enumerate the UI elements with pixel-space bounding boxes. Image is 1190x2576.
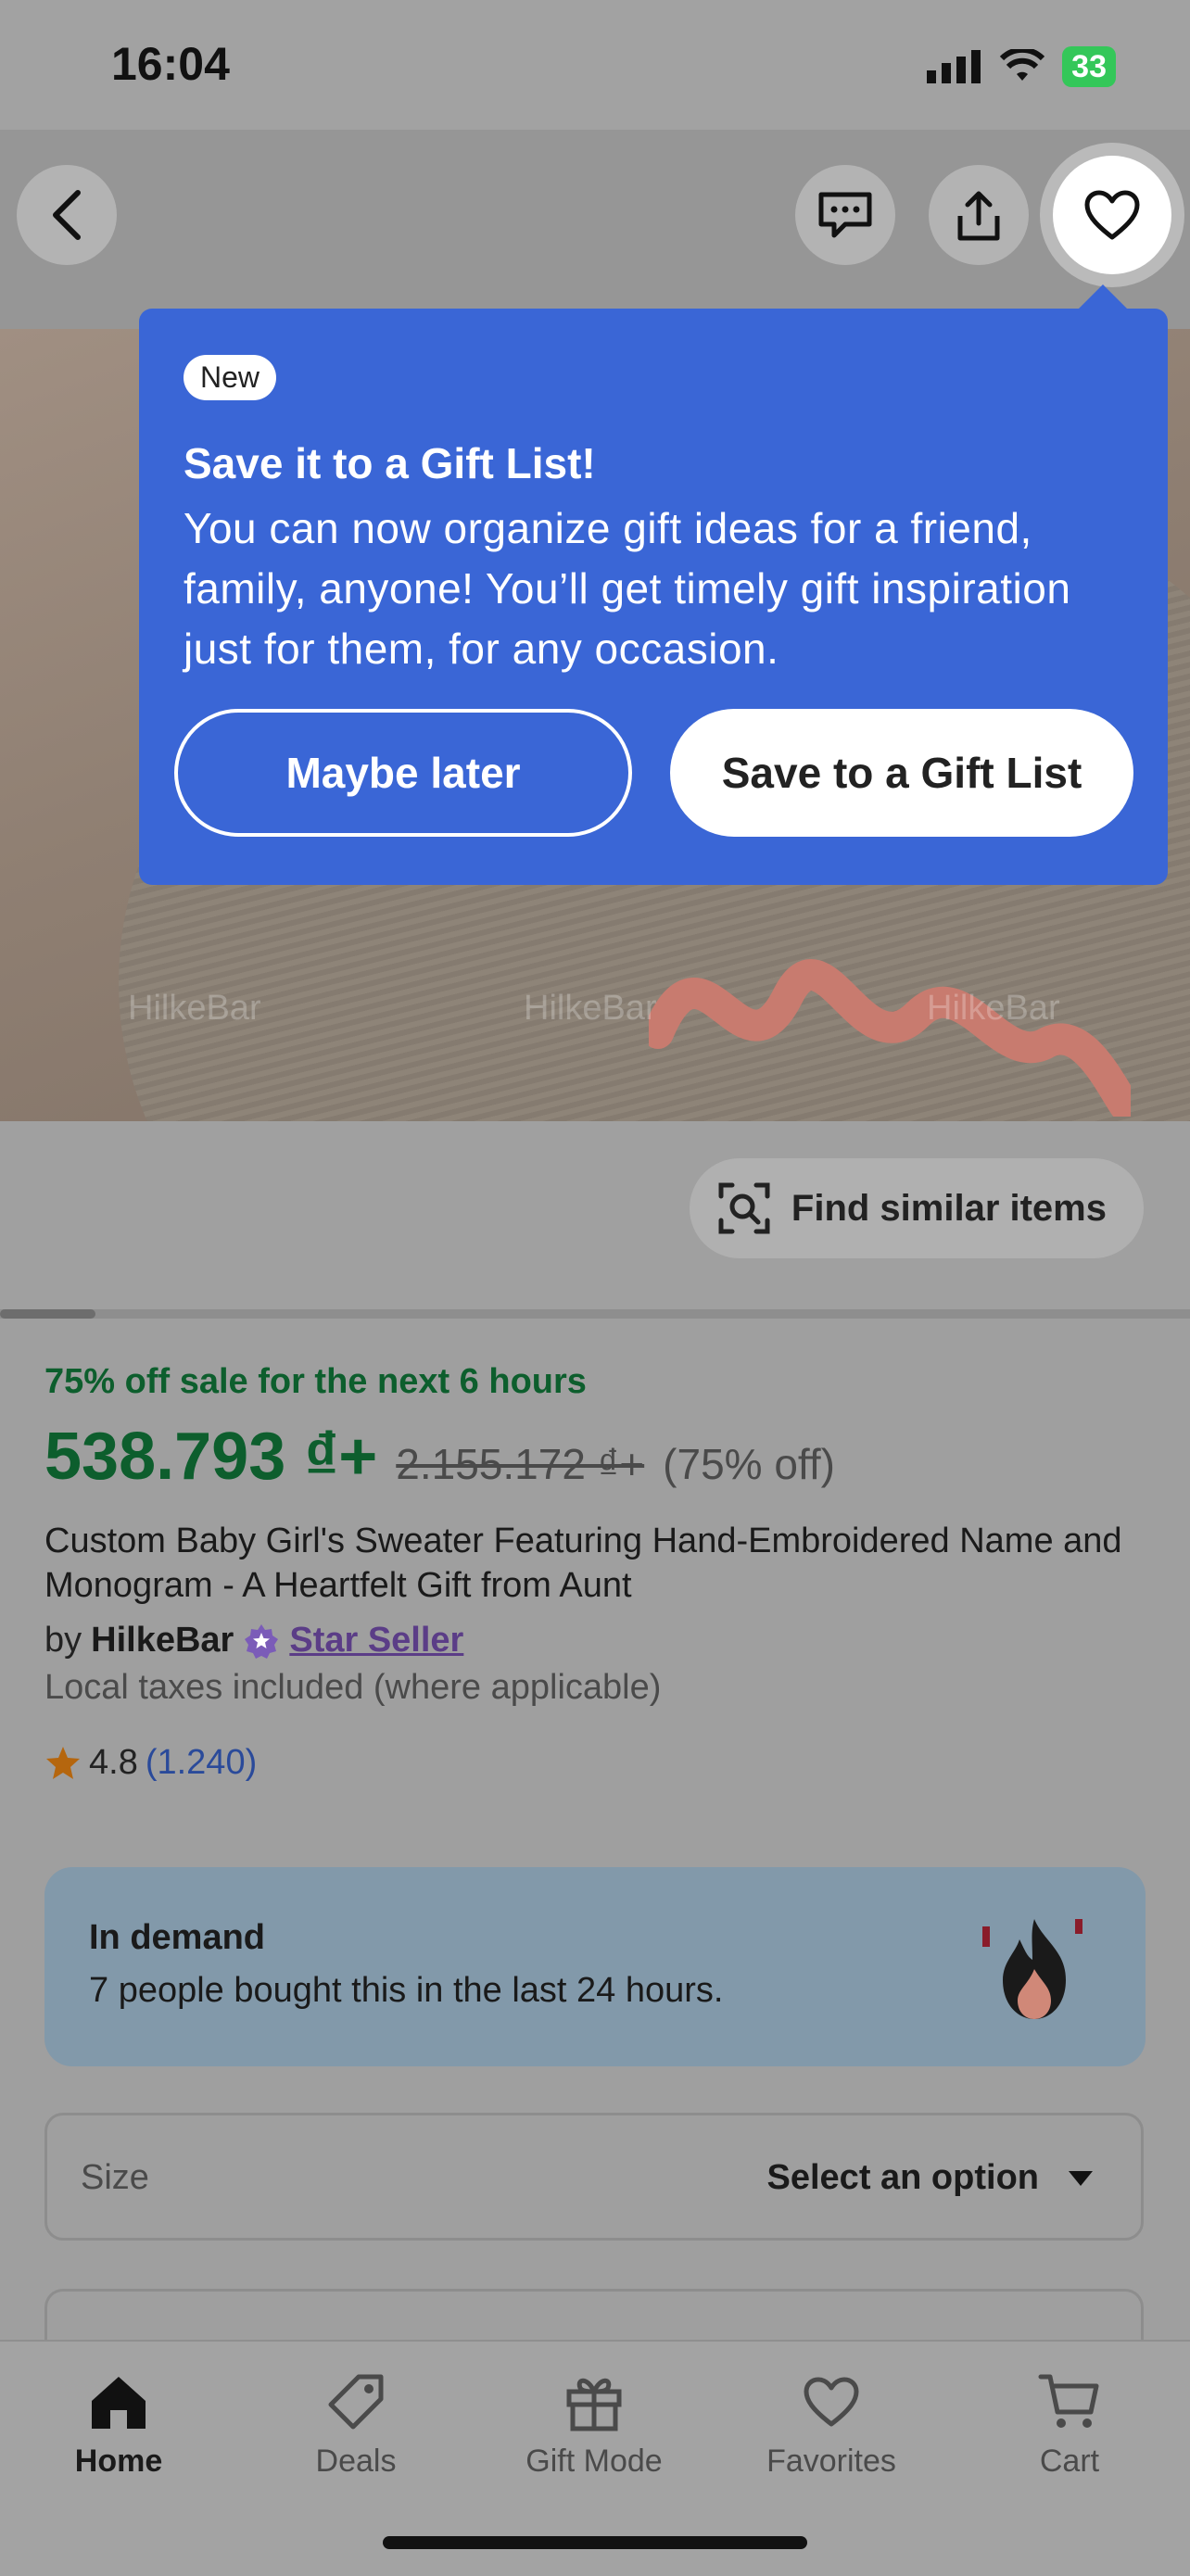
message-seller-button[interactable] — [795, 165, 895, 265]
discount-label: (75% off) — [663, 1440, 835, 1488]
tab-home[interactable]: Home — [7, 2360, 230, 2480]
status-time: 16:04 — [111, 38, 230, 90]
cart-icon — [1038, 2374, 1099, 2428]
heart-icon — [1084, 190, 1140, 240]
star-seller-badge-icon — [245, 1623, 279, 1659]
heart-outline-icon — [804, 2377, 859, 2427]
original-price: 2.155.172 ₫+ — [396, 1440, 645, 1488]
image-actions-row: Find similar items — [0, 1121, 1190, 1311]
seller-name-link[interactable]: HilkeBar — [91, 1621, 234, 1661]
favorite-button[interactable] — [1053, 156, 1171, 274]
image-watermark: HilkeBar — [927, 989, 1060, 1028]
listing-details: 75% off sale for the next 6 hours 538.79… — [44, 1362, 1147, 1783]
share-button[interactable] — [929, 165, 1029, 265]
size-select[interactable]: Size Select an option — [44, 2113, 1144, 2241]
star-icon — [46, 1746, 80, 1779]
new-badge: New — [184, 355, 277, 400]
chevron-left-icon — [53, 190, 81, 240]
by-label: by — [44, 1621, 82, 1660]
tab-cart[interactable]: Cart — [958, 2360, 1181, 2480]
share-icon — [957, 191, 1000, 241]
image-carousel-progress — [0, 1309, 1190, 1319]
gift-icon — [566, 2378, 622, 2431]
popover-body: You can now organize gift ideas for a fr… — [184, 504, 1071, 673]
image-watermark: HilkeBar — [524, 989, 657, 1028]
home-icon — [92, 2377, 146, 2429]
fire-icon — [982, 1919, 1082, 2019]
status-bar: 16:04 33 — [0, 0, 1190, 130]
in-demand-title: In demand — [89, 1918, 266, 1957]
wifi-icon — [1000, 49, 1045, 81]
caret-down-icon — [1069, 2171, 1093, 2186]
tab-favorites[interactable]: Favorites — [720, 2360, 943, 2480]
price-row: 538.793 ₫+ 2.155.172 ₫+ (75% off) — [44, 1419, 1147, 1495]
visual-search-icon — [718, 1182, 770, 1234]
seller-row: by HilkeBar Star Seller — [44, 1621, 1147, 1661]
tab-deals[interactable]: Deals — [245, 2360, 467, 2480]
find-similar-label: Find similar items — [791, 1187, 1107, 1229]
tab-gift-mode[interactable]: Gift Mode — [483, 2360, 705, 2480]
image-carousel-progress-fill — [0, 1309, 95, 1319]
find-similar-button[interactable]: Find similar items — [689, 1158, 1144, 1258]
popover-title: Save it to a Gift List! — [184, 439, 596, 487]
tab-cart-label: Cart — [1039, 2443, 1100, 2479]
in-demand-text: 7 people bought this in the last 24 hour… — [89, 1971, 724, 2010]
size-label: Size — [81, 2158, 149, 2197]
rating-value: 4.8 — [89, 1743, 138, 1782]
tab-home-label: Home — [74, 2443, 163, 2479]
tab-gift-mode-label: Gift Mode — [525, 2443, 663, 2479]
battery-indicator: 33 — [1062, 46, 1116, 87]
review-count-link[interactable]: (1.240) — [146, 1743, 257, 1783]
star-seller-link[interactable]: Star Seller — [289, 1621, 463, 1661]
top-nav-bar — [0, 130, 1190, 329]
taxes-note: Local taxes included (where applicable) — [44, 1668, 662, 1707]
home-indicator — [383, 2536, 807, 2549]
tag-icon — [328, 2374, 384, 2430]
maybe-later-button[interactable]: Maybe later — [174, 709, 632, 837]
save-to-gift-list-button[interactable]: Save to a Gift List — [670, 709, 1133, 837]
rating-row[interactable]: 4.8 (1.240) — [44, 1743, 1147, 1783]
tab-favorites-label: Favorites — [766, 2443, 896, 2479]
sale-price: 538.793 ₫+ — [44, 1420, 378, 1494]
chat-icon — [818, 192, 872, 238]
tab-deals-label: Deals — [315, 2443, 397, 2479]
back-button[interactable] — [17, 165, 117, 265]
gift-list-popover: New Save it to a Gift List! You can now … — [139, 284, 1168, 885]
popover-arrow — [1075, 284, 1131, 312]
size-selected-value: Select an option — [766, 2158, 1039, 2197]
signal-icon — [927, 50, 981, 83]
status-icons: 33 — [927, 46, 1116, 87]
in-demand-card: In demand 7 people bought this in the la… — [44, 1867, 1146, 2066]
listing-title: Custom Baby Girl's Sweater Featuring Han… — [44, 1522, 1122, 1605]
image-watermark: HilkeBar — [128, 989, 261, 1028]
sale-banner-text: 75% off sale for the next 6 hours — [44, 1362, 587, 1401]
